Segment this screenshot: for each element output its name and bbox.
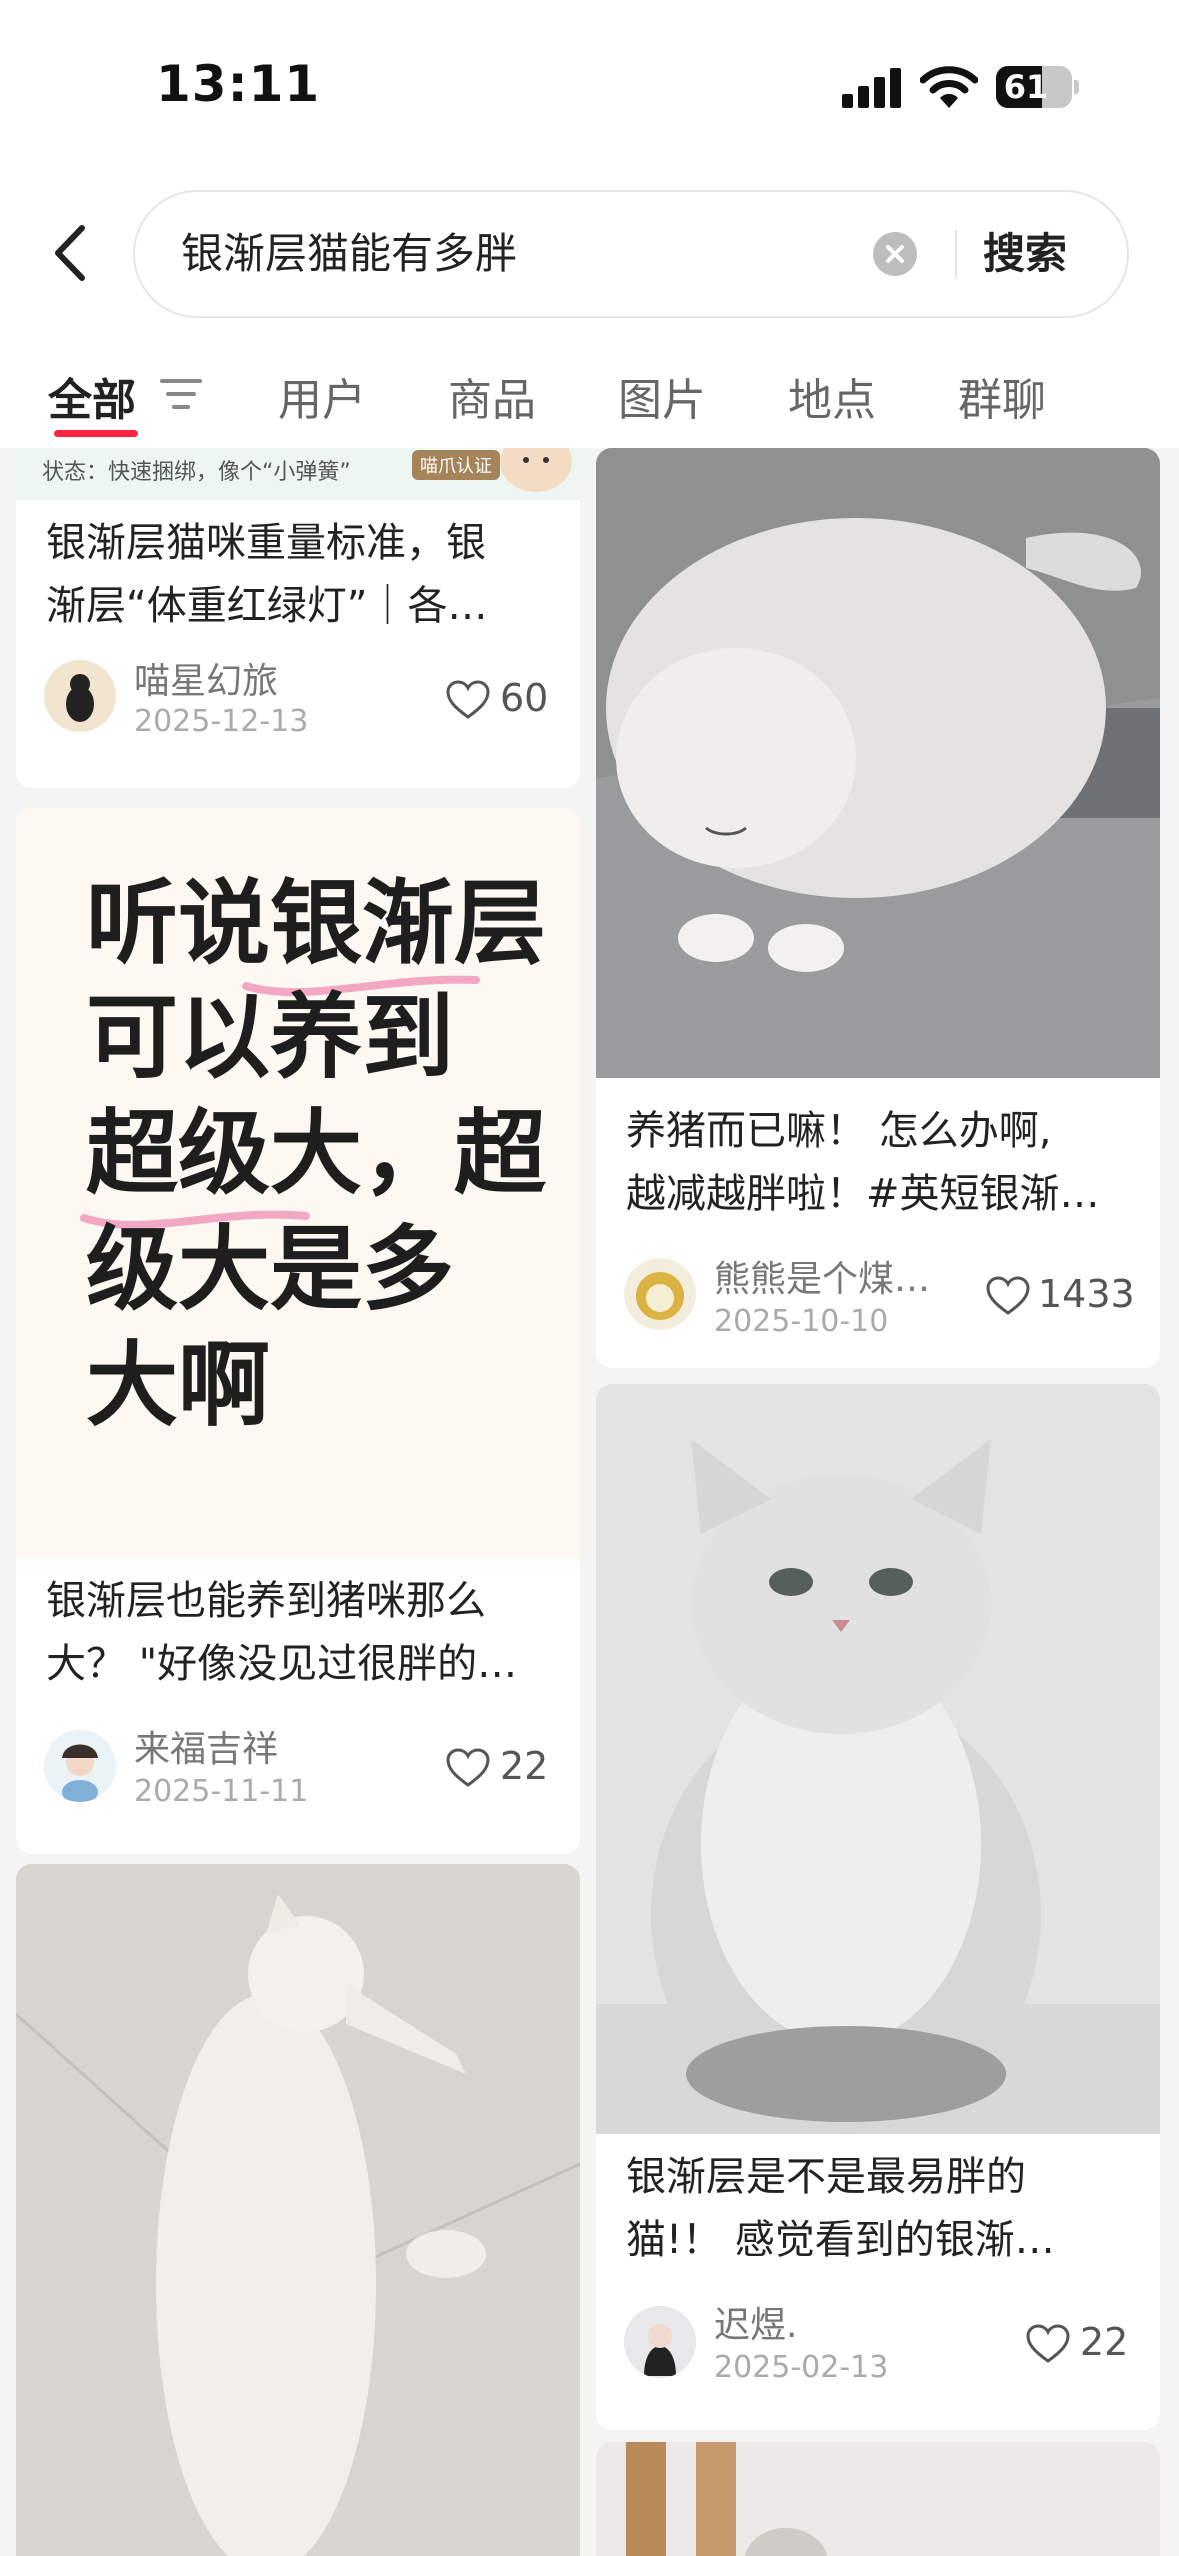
- cartoon-cat-image: [500, 448, 572, 492]
- avatar[interactable]: [624, 2306, 696, 2378]
- clear-icon[interactable]: [873, 232, 917, 276]
- note-card-1[interactable]: 状态：快速捆绑，像个“小弹簧” 喵爪认证 银渐层猫咪重量标准，银 渐层“体重红绿…: [16, 448, 580, 788]
- cat-photo: [596, 448, 1160, 1078]
- results-feed: 状态：快速捆绑，像个“小弹簧” 喵爪认证 银渐层猫咪重量标准，银 渐层“体重红绿…: [0, 448, 1179, 2556]
- poster-line: 级大是多: [86, 1216, 455, 1323]
- search-divider: [955, 230, 957, 278]
- like-count: 60: [500, 676, 549, 720]
- filter-icon[interactable]: [160, 376, 202, 412]
- poster-line: 超级大，超: [86, 1100, 547, 1207]
- author-name[interactable]: 来福吉祥: [134, 1720, 278, 1772]
- image-badge: 喵爪认证: [412, 450, 500, 480]
- tab-images[interactable]: 图片: [618, 364, 706, 428]
- search-button[interactable]: 搜索: [983, 192, 1067, 316]
- back-button[interactable]: [44, 218, 96, 288]
- post-date: 2025-11-11: [134, 1774, 309, 1809]
- note-card-4[interactable]: 银渐层是不是最易胖的 猫!！ 感觉看到的银渐… 迟煜. 2025-02-13 2…: [596, 1384, 1160, 2430]
- note-title: 养猪而已嘛！ 怎么办啊, 越减越胖啦！#英短银渐…: [626, 1108, 1100, 1217]
- note-image[interactable]: 状态：快速捆绑，像个“小弹簧” 喵爪认证: [16, 448, 580, 500]
- note-title: 银渐层也能养到猪咪那么 大？ "好像没见过很胖的…: [46, 1578, 518, 1687]
- avatar[interactable]: [624, 1258, 696, 1330]
- like-count: 22: [1080, 2320, 1129, 2364]
- author-name[interactable]: 熊熊是个煤…: [714, 1250, 930, 1302]
- active-tab-underline: [54, 430, 138, 437]
- poster-line: 听说银渐层: [86, 870, 547, 977]
- heart-icon[interactable]: [446, 1748, 490, 1788]
- wifi-icon: [920, 66, 978, 108]
- note-title: 银渐层猫咪重量标准，银 渐层“体重红绿灯”｜各…: [46, 520, 488, 629]
- note-image[interactable]: [16, 1864, 580, 2556]
- tab-bar: 全部 用户 商品 图片 地点 群聊: [0, 350, 1179, 440]
- note-card-2[interactable]: 养猪而已嘛！ 怎么办啊, 越减越胖啦！#英短银渐… 熊熊是个煤… 2025-10…: [596, 448, 1160, 1368]
- search-query[interactable]: 银渐层猫能有多胖: [181, 192, 517, 316]
- battery-level: 61: [1003, 68, 1049, 106]
- like-count: 22: [500, 1744, 549, 1788]
- note-card-5[interactable]: [16, 1864, 580, 2556]
- image-caption: 状态：快速捆绑，像个“小弹簧”: [42, 460, 351, 485]
- note-image[interactable]: 听说银渐层 可以养到 超级大，超 级大是多 大啊: [16, 808, 580, 1558]
- poster-line: 大啊: [86, 1332, 271, 1439]
- cat-photo: [596, 1384, 1160, 2134]
- tab-users[interactable]: 用户: [278, 364, 366, 428]
- post-date: 2025-10-10: [714, 1304, 889, 1339]
- author-name[interactable]: 喵星幻旅: [134, 652, 278, 704]
- heart-icon[interactable]: [1026, 2324, 1070, 2364]
- note-image[interactable]: [596, 2442, 1160, 2556]
- avatar[interactable]: [44, 1730, 116, 1802]
- avatar[interactable]: [44, 660, 116, 732]
- note-card-6[interactable]: [596, 2442, 1160, 2556]
- header: 13:11 61 银渐层猫能有多胖 搜索 全部 用户 商品 图片 地点 群聊: [0, 0, 1179, 448]
- post-date: 2025-02-13: [714, 2350, 889, 2385]
- author-name[interactable]: 迟煜.: [714, 2296, 797, 2348]
- search-input[interactable]: 银渐层猫能有多胖 搜索: [133, 190, 1129, 318]
- tab-group-chats[interactable]: 群聊: [958, 364, 1046, 428]
- poster-line: 可以养到: [86, 984, 455, 1091]
- battery-icon: 61: [996, 66, 1079, 108]
- post-date: 2025-12-13: [134, 704, 309, 739]
- note-image[interactable]: [596, 448, 1160, 1078]
- tab-products[interactable]: 商品: [448, 364, 536, 428]
- like-count: 1433: [1038, 1272, 1135, 1316]
- heart-icon[interactable]: [986, 1276, 1030, 1316]
- cat-photo: [16, 1864, 580, 2556]
- note-title: 银渐层是不是最易胖的 猫!！ 感觉看到的银渐…: [626, 2154, 1055, 2263]
- status-bar: 13:11 61: [0, 0, 1179, 150]
- tab-places[interactable]: 地点: [788, 364, 876, 428]
- status-time: 13:11: [156, 55, 321, 113]
- cat-photo: [596, 2442, 1160, 2556]
- note-image[interactable]: [596, 1384, 1160, 2134]
- tab-all[interactable]: 全部: [48, 364, 136, 428]
- cellular-signal-icon: [842, 68, 901, 108]
- heart-icon[interactable]: [446, 680, 490, 720]
- note-card-3[interactable]: 听说银渐层 可以养到 超级大，超 级大是多 大啊 银渐层也能养到猪咪那么 大？ …: [16, 808, 580, 1854]
